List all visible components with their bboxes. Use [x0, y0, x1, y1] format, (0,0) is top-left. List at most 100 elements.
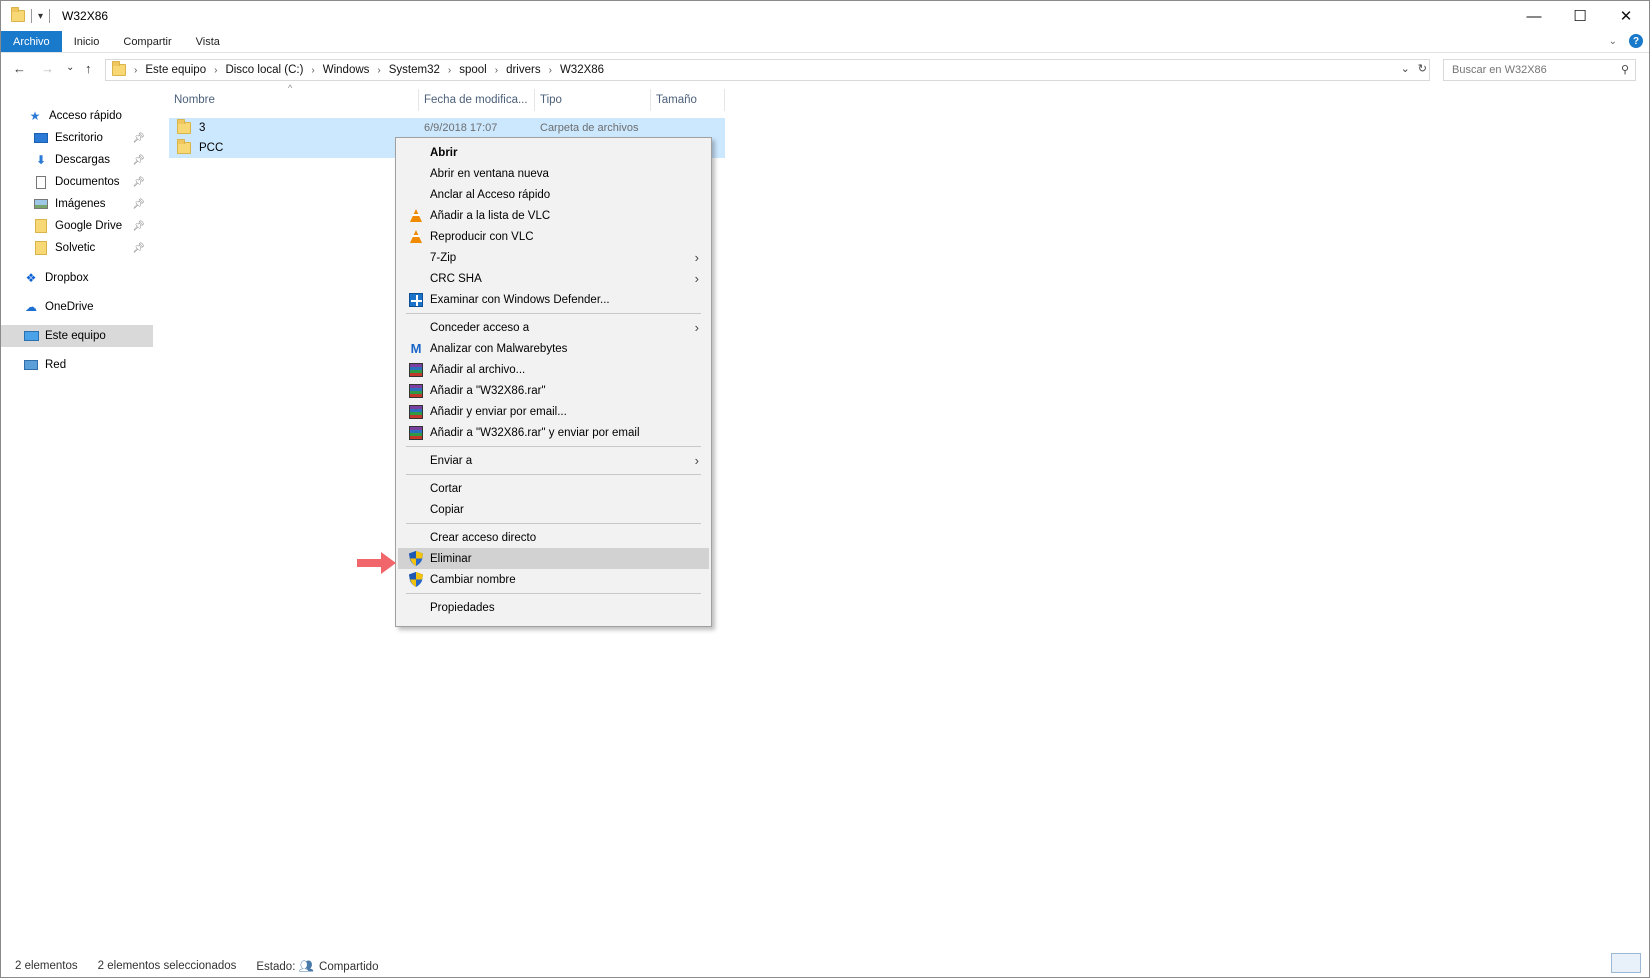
search-box[interactable]: ⚲ — [1443, 59, 1636, 81]
menu-separator — [406, 593, 701, 594]
tab-vista[interactable]: Vista — [184, 31, 232, 52]
computer-icon — [23, 329, 39, 343]
chevron-right-icon[interactable]: › — [377, 65, 380, 76]
pin-icon: 📌︎ — [132, 220, 145, 232]
search-icon[interactable]: ⚲ — [1621, 63, 1629, 76]
minimize-button[interactable]: — — [1511, 1, 1557, 31]
table-row[interactable]: 3 6/9/2018 17:07 Carpeta de archivos — [169, 118, 725, 138]
menu-item-anadir-rar[interactable]: Añadir a "W32X86.rar" — [398, 380, 709, 401]
title-bar: ▾ W32X86 — ☐ ✕ — [1, 1, 1649, 31]
menu-item-7zip[interactable]: 7-Zip › — [398, 247, 709, 268]
folder-icon — [177, 119, 191, 134]
menu-item-reproducir-vlc[interactable]: Reproducir con VLC — [398, 226, 709, 247]
chevron-right-icon[interactable]: › — [214, 65, 217, 76]
column-header-tamano[interactable]: Tamaño — [651, 89, 725, 111]
tab-archivo[interactable]: Archivo — [1, 31, 62, 52]
menu-item-crc-sha[interactable]: CRC SHA › — [398, 268, 709, 289]
address-bar[interactable]: › Este equipo › Disco local (C:) › Windo… — [105, 59, 1430, 81]
sidebar-item-google-drive[interactable]: Google Drive 📌︎ — [1, 215, 153, 237]
search-input[interactable] — [1452, 64, 1612, 76]
recent-locations-button[interactable]: ⌄ — [66, 62, 74, 73]
chevron-right-icon[interactable]: › — [311, 65, 314, 76]
details-view-icon[interactable] — [1611, 953, 1641, 973]
menu-item-label: Añadir a la lista de VLC — [430, 209, 551, 222]
chevron-right-icon[interactable]: › — [448, 65, 451, 76]
menu-separator — [406, 523, 701, 524]
menu-item-crear-acceso-directo[interactable]: Crear acceso directo — [398, 527, 709, 548]
breadcrumb-este-equipo[interactable]: Este equipo — [145, 64, 206, 76]
tab-compartir[interactable]: Compartir — [111, 31, 183, 52]
sidebar-item-label: Red — [45, 359, 67, 371]
dropbox-icon: ❖ — [25, 271, 37, 285]
tab-inicio[interactable]: Inicio — [62, 31, 112, 52]
column-header-fecha[interactable]: Fecha de modifica... — [419, 89, 535, 111]
sidebar-item-documentos[interactable]: Documentos 📌︎ — [1, 171, 153, 193]
chevron-right-icon[interactable]: › — [495, 65, 498, 76]
star-icon: ★ — [29, 109, 41, 123]
pin-icon: 📌︎ — [132, 198, 145, 210]
breadcrumb-drivers[interactable]: drivers — [506, 64, 541, 76]
menu-item-anadir-lista-vlc[interactable]: Añadir a la lista de VLC — [398, 205, 709, 226]
sidebar-item-dropbox[interactable]: ❖ Dropbox — [1, 267, 153, 289]
sidebar-item-descargas[interactable]: ⬇ Descargas 📌︎ — [1, 149, 153, 171]
menu-item-abrir[interactable]: Abrir — [398, 142, 709, 163]
breadcrumb-disco-local[interactable]: Disco local (C:) — [225, 64, 303, 76]
sidebar-item-solvetic[interactable]: Solvetic 📌︎ — [1, 237, 153, 259]
ribbon-tabs: Archivo Inicio Compartir Vista ⌄ ? — [1, 31, 1649, 53]
menu-item-cortar[interactable]: Cortar — [398, 478, 709, 499]
menu-item-anclar-acceso-rapido[interactable]: Anclar al Acceso rápido — [398, 184, 709, 205]
breadcrumb-spool[interactable]: spool — [459, 64, 487, 76]
refresh-icon[interactable]: ↻ — [1418, 62, 1427, 75]
menu-item-cambiar-nombre[interactable]: Cambiar nombre — [398, 569, 709, 590]
breadcrumb-system32[interactable]: System32 — [389, 64, 440, 76]
column-header-tipo[interactable]: Tipo — [535, 89, 651, 111]
help-icon[interactable]: ? — [1629, 34, 1643, 48]
menu-item-copiar[interactable]: Copiar — [398, 499, 709, 520]
sidebar-item-red[interactable]: Red — [1, 354, 153, 376]
menu-item-anadir-archivo[interactable]: Añadir al archivo... — [398, 359, 709, 380]
forward-button[interactable]: → — [41, 61, 54, 76]
menu-item-label: Cambiar nombre — [430, 573, 516, 586]
menu-item-label: Añadir a "W32X86.rar" y enviar por email — [430, 426, 640, 439]
up-button[interactable]: ↑ — [85, 61, 92, 76]
menu-item-conceder-acceso[interactable]: Conceder acceso a › — [398, 317, 709, 338]
customize-toolbar-icon[interactable]: ▾ — [38, 11, 43, 22]
menu-separator — [406, 474, 701, 475]
sidebar-item-escritorio[interactable]: Escritorio 📌︎ — [1, 127, 153, 149]
chevron-right-icon[interactable]: › — [549, 65, 552, 76]
menu-item-anadir-enviar-email[interactable]: Añadir y enviar por email... — [398, 401, 709, 422]
navigation-bar: ← → ⌄ ↑ › Este equipo › Disco local (C:)… — [1, 57, 1649, 83]
sidebar-item-label: Descargas — [55, 154, 110, 166]
menu-item-propiedades[interactable]: Propiedades — [398, 597, 709, 618]
address-dropdown-icon[interactable]: ⌄ — [1401, 62, 1410, 75]
close-button[interactable]: ✕ — [1603, 1, 1649, 31]
menu-item-label: Añadir a "W32X86.rar" — [430, 384, 546, 397]
window-title: W32X86 — [62, 9, 109, 23]
column-header-nombre[interactable]: Nombre — [169, 89, 419, 111]
breadcrumb-w32x86[interactable]: W32X86 — [560, 64, 604, 76]
expand-ribbon-icon[interactable]: ⌄ — [1609, 36, 1617, 47]
menu-item-eliminar[interactable]: Eliminar — [398, 548, 709, 569]
menu-item-enviar-a[interactable]: Enviar a › — [398, 450, 709, 471]
sidebar-item-label: Imágenes — [55, 198, 106, 210]
file-name: PCC — [199, 142, 224, 154]
sidebar-item-label: OneDrive — [45, 301, 94, 313]
breadcrumb-windows[interactable]: Windows — [323, 64, 370, 76]
sidebar-item-acceso-rapido[interactable]: ★ Acceso rápido — [1, 105, 153, 127]
menu-item-anadir-rar-email[interactable]: Añadir a "W32X86.rar" y enviar por email — [398, 422, 709, 443]
menu-item-abrir-ventana-nueva[interactable]: Abrir en ventana nueva — [398, 163, 709, 184]
menu-item-label: Abrir en ventana nueva — [430, 167, 549, 180]
menu-item-malwarebytes[interactable]: M Analizar con Malwarebytes — [398, 338, 709, 359]
maximize-button[interactable]: ☐ — [1557, 1, 1603, 31]
sidebar-item-imagenes[interactable]: Imágenes 📌︎ — [1, 193, 153, 215]
menu-item-label: Propiedades — [430, 601, 495, 614]
sidebar-item-onedrive[interactable]: ☁ OneDrive — [1, 296, 153, 318]
sidebar-item-label: Escritorio — [55, 132, 103, 144]
network-icon — [23, 358, 39, 372]
menu-item-label: 7-Zip — [430, 251, 457, 264]
menu-item-label: Copiar — [430, 503, 464, 516]
menu-item-windows-defender[interactable]: Examinar con Windows Defender... — [398, 289, 709, 310]
sidebar-item-este-equipo[interactable]: Este equipo — [1, 325, 153, 347]
back-button[interactable]: ← — [13, 61, 26, 76]
toolbar-divider — [49, 9, 51, 23]
